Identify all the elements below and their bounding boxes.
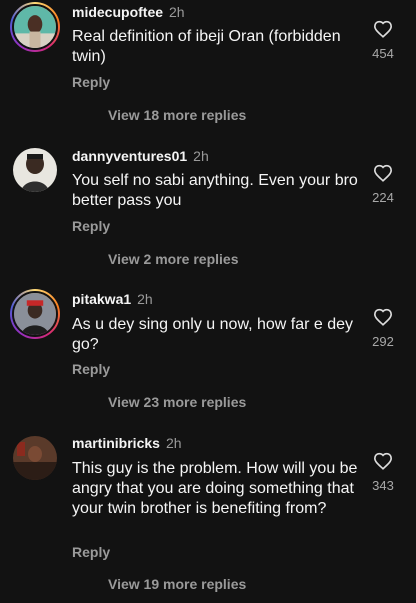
avatar[interactable] [10,289,60,339]
like-button[interactable]: 224 [362,164,404,205]
avatar-image [14,293,56,335]
comment-text: This guy is the problem. How will you be… [72,460,358,517]
username[interactable]: martinibricks [72,435,160,451]
username[interactable]: midecupoftee [72,4,163,20]
comment-header: dannyventures01 2h [72,148,209,165]
avatar-image [13,148,57,192]
like-count: 224 [372,190,394,205]
heart-outline-icon [373,452,393,470]
view-more-replies[interactable]: View 19 more replies [108,576,246,593]
heart-outline-icon [373,164,393,182]
like-button[interactable]: 292 [362,308,404,349]
comment-header: martinibricks 2h [72,435,182,452]
username[interactable]: pitakwa1 [72,291,131,307]
timestamp: 2h [193,148,209,164]
comment-text: You self no sabi anything. Even your bro… [72,172,358,209]
comment-header: pitakwa1 2h [72,291,153,308]
reply-button[interactable]: Reply [72,74,110,91]
heart-outline-icon [373,308,393,326]
avatar-image [14,6,56,48]
like-count: 343 [372,478,394,493]
view-more-replies[interactable]: View 2 more replies [108,251,238,268]
avatar[interactable] [13,148,57,192]
comment-header: midecupoftee 2h [72,4,185,21]
avatar[interactable] [10,2,60,52]
avatar-image [13,436,57,480]
comment-text: As u dey sing only u now, how far e dey … [72,316,354,353]
timestamp: 2h [137,291,153,307]
like-button[interactable]: 454 [362,20,404,61]
heart-outline-icon [373,20,393,38]
view-more-replies[interactable]: View 23 more replies [108,394,246,411]
like-count: 292 [372,334,394,349]
timestamp: 2h [165,435,182,451]
avatar[interactable] [13,436,57,480]
reply-button[interactable]: Reply [72,218,110,235]
reply-button[interactable]: Reply [72,361,110,378]
username[interactable]: dannyventures01 [72,148,187,164]
view-more-replies[interactable]: View 18 more replies [108,107,246,124]
like-button[interactable]: 343 [362,452,404,493]
timestamp: 2h [169,4,185,20]
comment-text: Real definition of ibeji Oran (forbidden… [72,28,341,65]
like-count: 454 [372,46,394,61]
reply-button[interactable]: Reply [72,544,110,561]
